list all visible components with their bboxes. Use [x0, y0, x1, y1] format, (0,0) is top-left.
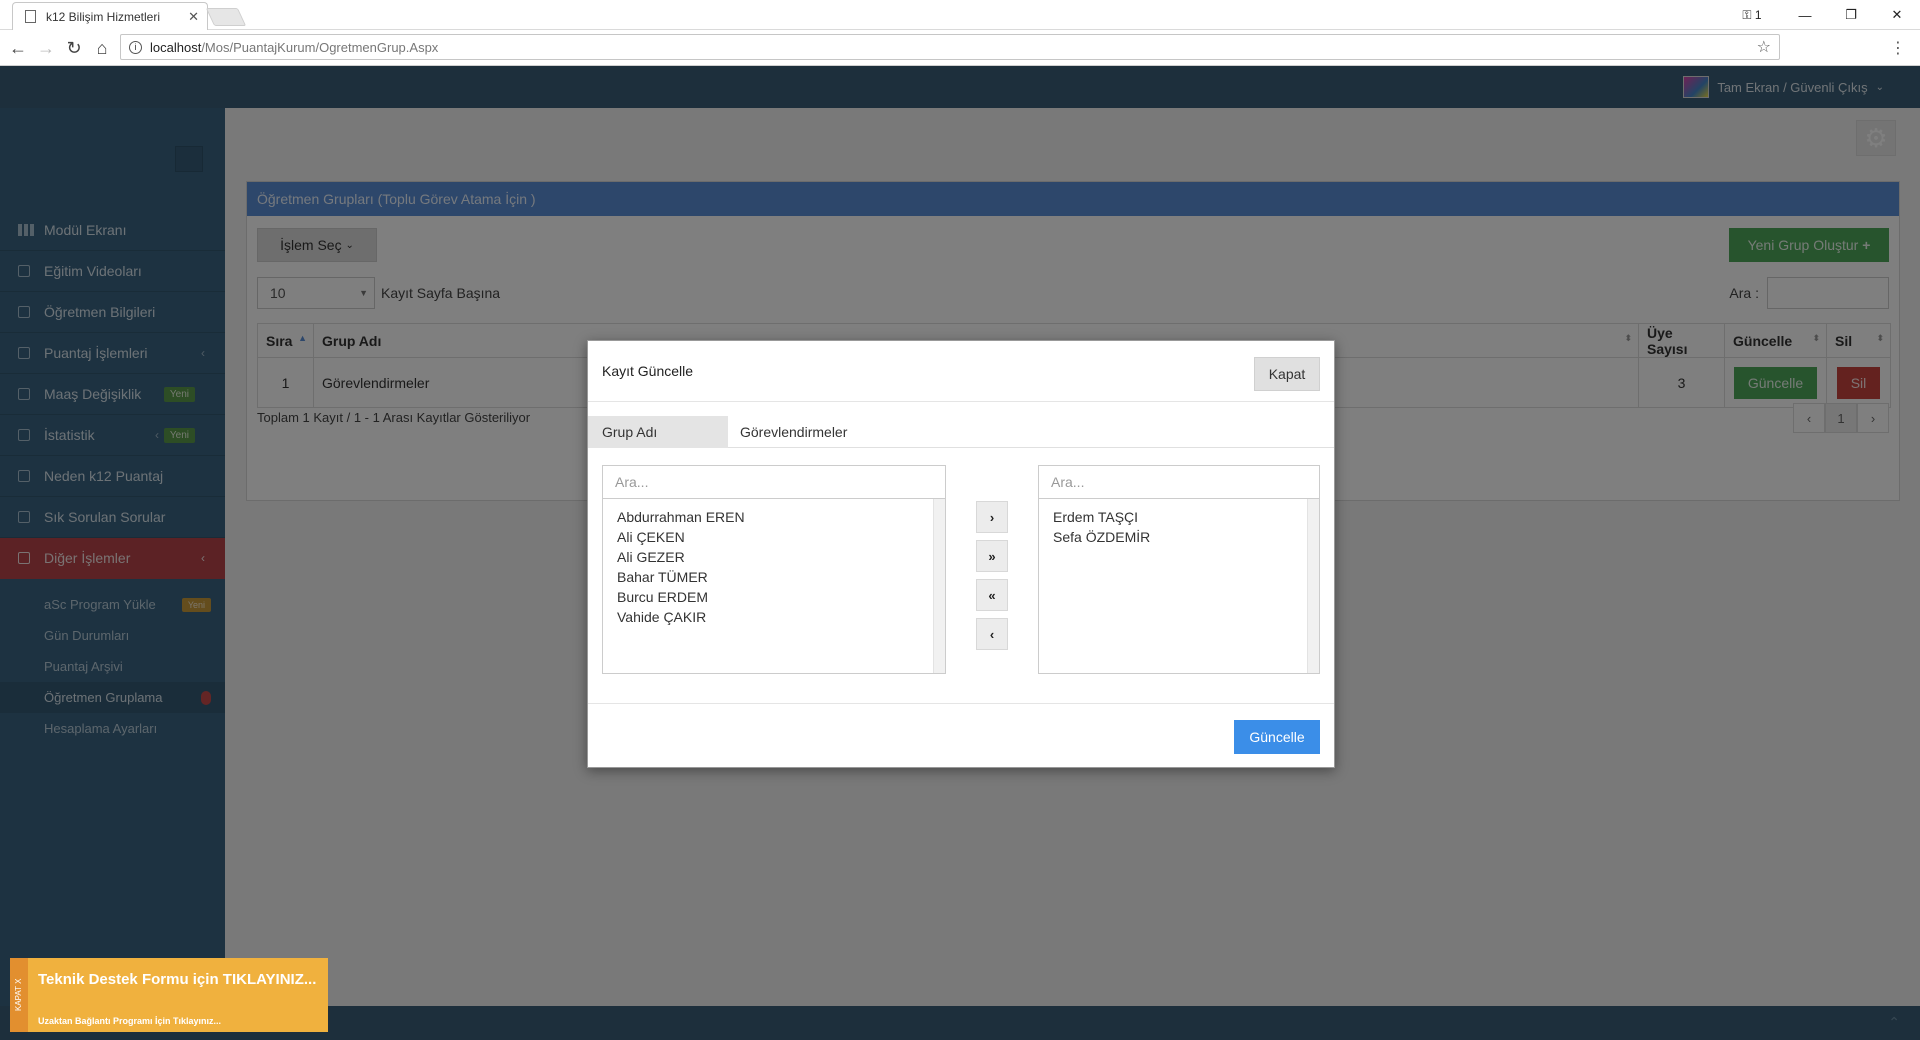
- group-name-label: Grup Adı: [588, 416, 728, 448]
- url-path: /Mos/PuantajKurum/OgretmenGrup.Aspx: [201, 39, 439, 55]
- tab-close-icon[interactable]: ✕: [188, 9, 199, 25]
- window-controls: ⚿ 1 — ❐ ✕: [1722, 0, 1920, 30]
- browser-menu-icon[interactable]: ⋮: [1890, 38, 1906, 58]
- browser-tabbar: k12 Bilişim Hizmetleri ✕ ⚿ 1 — ❐ ✕: [0, 0, 1920, 30]
- remote-connection-link[interactable]: Uzaktan Bağlantı Programı İçin Tıklayını…: [38, 1016, 221, 1026]
- tab-title: k12 Bilişim Hizmetleri: [46, 9, 161, 24]
- selected-list: Ara... Erdem TAŞÇI Sefa ÖZDEMİR: [1038, 465, 1320, 674]
- list-item[interactable]: Vahide ÇAKIR: [617, 607, 931, 627]
- new-tab-button[interactable]: [205, 8, 247, 26]
- page-icon: [25, 10, 36, 23]
- support-form-link[interactable]: Teknik Destek Formu için TIKLAYINIZ...: [38, 970, 318, 990]
- modal-divider: [588, 703, 1334, 704]
- available-search-input[interactable]: Ara...: [603, 466, 945, 499]
- back-icon[interactable]: ←: [8, 38, 28, 58]
- close-button[interactable]: Kapat: [1254, 357, 1320, 391]
- profile-indicator[interactable]: ⚿ 1: [1722, 8, 1782, 23]
- available-list: Ara... Abdurrahman EREN Ali ÇEKEN Ali GE…: [602, 465, 946, 674]
- address-bar[interactable]: i localhost/Mos/PuantajKurum/OgretmenGru…: [120, 34, 1780, 60]
- reload-icon[interactable]: ↻: [64, 38, 84, 58]
- scrollbar[interactable]: [1307, 499, 1319, 673]
- restore-button[interactable]: ❐: [1828, 7, 1874, 23]
- list-item[interactable]: Ali ÇEKEN: [617, 527, 931, 547]
- update-modal: Kayıt Güncelle Kapat Grup Adı Görevlendi…: [587, 340, 1335, 768]
- site-info-icon[interactable]: i: [129, 40, 142, 54]
- list-item[interactable]: Erdem TAŞÇI: [1053, 507, 1305, 527]
- modal-title: Kayıt Güncelle: [602, 363, 694, 379]
- bookmark-star-icon[interactable]: ☆: [1757, 37, 1771, 57]
- available-items[interactable]: Abdurrahman EREN Ali ÇEKEN Ali GEZER Bah…: [603, 499, 945, 673]
- browser-toolbar: ← → ↻ ⌂ i localhost/Mos/PuantajKurum/Ogr…: [0, 30, 1920, 66]
- move-all-right-button[interactable]: »: [976, 540, 1008, 572]
- list-item[interactable]: Bahar TÜMER: [617, 567, 931, 587]
- list-item[interactable]: Ali GEZER: [617, 547, 931, 567]
- move-left-button[interactable]: ‹: [976, 618, 1008, 650]
- list-item[interactable]: Burcu ERDEM: [617, 587, 931, 607]
- update-button[interactable]: Güncelle: [1234, 720, 1320, 754]
- home-icon[interactable]: ⌂: [92, 38, 112, 58]
- selected-items[interactable]: Erdem TAŞÇI Sefa ÖZDEMİR: [1039, 499, 1319, 673]
- url-host: localhost: [150, 39, 202, 55]
- support-widget[interactable]: KAPAT X Teknik Destek Formu için TIKLAYI…: [10, 958, 328, 1032]
- list-item[interactable]: Sefa ÖZDEMİR: [1053, 527, 1305, 547]
- move-all-left-button[interactable]: «: [976, 579, 1008, 611]
- modal-divider: [588, 401, 1334, 402]
- forward-icon[interactable]: →: [36, 38, 56, 58]
- scrollbar[interactable]: [933, 499, 945, 673]
- group-name-field[interactable]: Görevlendirmeler: [728, 416, 1334, 448]
- selected-search-input[interactable]: Ara...: [1039, 466, 1319, 499]
- support-close[interactable]: KAPAT X: [10, 958, 28, 1032]
- minimize-button[interactable]: —: [1782, 8, 1828, 23]
- list-item[interactable]: Abdurrahman EREN: [617, 507, 931, 527]
- browser-tab[interactable]: k12 Bilişim Hizmetleri ✕: [12, 2, 208, 30]
- close-window-button[interactable]: ✕: [1874, 7, 1920, 23]
- move-right-button[interactable]: ›: [976, 501, 1008, 533]
- profile-count: 1: [1754, 7, 1762, 22]
